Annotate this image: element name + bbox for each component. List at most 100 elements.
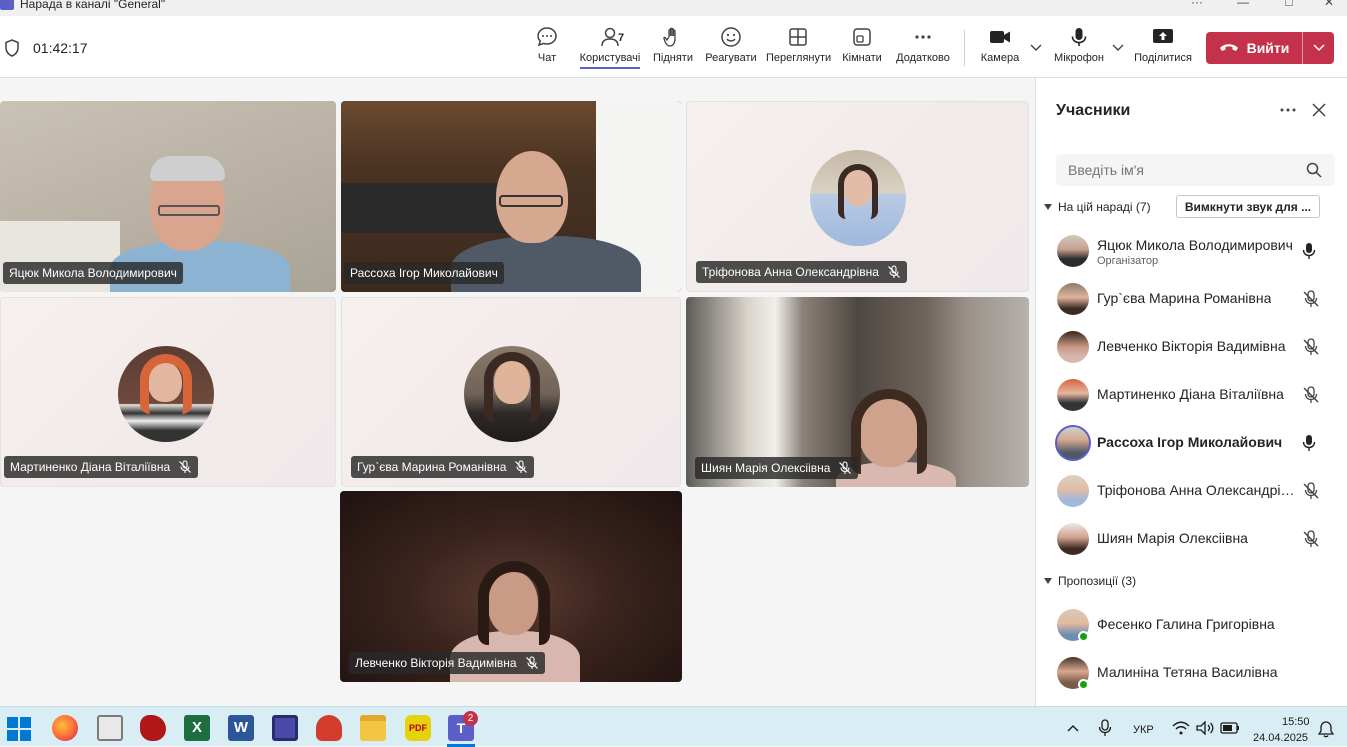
in-meeting-section-toggle[interactable]: На цій нараді (7)	[1044, 200, 1151, 214]
video-tile[interactable]: Тріфонова Анна Олександрівна	[686, 101, 1029, 292]
participant-avatar	[118, 346, 214, 442]
grid-view-icon	[789, 28, 807, 46]
muted-mic-icon	[1303, 482, 1319, 499]
wifi-icon[interactable]	[1172, 721, 1190, 735]
tile-name: Гур`єва Марина Романівна	[357, 460, 507, 474]
muted-mic-icon	[839, 461, 852, 474]
people-button[interactable]: Користувачі 7	[578, 26, 642, 76]
participant-row[interactable]: Шиян Марія Олексіівна	[1036, 515, 1347, 563]
participant-row[interactable]: Тріфонова Анна Олександрівна	[1036, 467, 1347, 515]
tile-name: Мартиненко Діана Віталіївна	[10, 460, 171, 474]
file-explorer-icon[interactable]	[360, 715, 386, 741]
participant-search-input[interactable]	[1056, 154, 1335, 186]
muted-mic-icon	[1303, 386, 1319, 403]
participant-row[interactable]: Гур`єва Марина Романівна	[1036, 275, 1347, 323]
calculator-icon[interactable]	[97, 715, 123, 741]
video-tile[interactable]: Левченко Вікторія Вадимівна	[340, 491, 682, 682]
excel-icon[interactable]: X	[184, 715, 210, 741]
tile-name: Левченко Вікторія Вадимівна	[355, 656, 517, 670]
close-panel-icon[interactable]	[1312, 103, 1326, 117]
tray-microphone-icon[interactable]	[1098, 719, 1112, 737]
participant-name: Фесенко Галина Григорівна	[1097, 616, 1275, 632]
view-label: Переглянути	[766, 52, 832, 64]
raise-hand-button[interactable]: Підняти	[652, 26, 694, 76]
minimize-button[interactable]: —	[1220, 0, 1266, 13]
close-button[interactable]: ✕	[1306, 0, 1347, 13]
mic-button[interactable]: Мікрофон	[1050, 26, 1108, 76]
clock-date[interactable]: 24.04.2025	[1253, 732, 1308, 744]
leave-button[interactable]: Вийти	[1206, 32, 1334, 64]
muted-mic-icon	[515, 460, 528, 473]
shield-icon	[5, 39, 19, 57]
windows-taskbar: X W PDF T 2 УКР 15:50 24.04.2025	[0, 706, 1347, 747]
video-tile[interactable]: Шиян Марія Олексіівна	[686, 297, 1029, 487]
raise-label: Підняти	[653, 52, 693, 64]
video-tile[interactable]: Яцюк Микола Володимирович	[0, 101, 336, 292]
tile-name-tag: Мартиненко Діана Віталіївна	[4, 456, 199, 478]
suggestion-row[interactable]: Малиніна Тетяна Василівна	[1036, 649, 1347, 697]
firefox-icon[interactable]	[52, 715, 78, 741]
mic-options-chevron-icon[interactable]	[1112, 44, 1124, 52]
video-tile[interactable]: Мартиненко Діана Віталіївна	[0, 297, 336, 487]
clock-time[interactable]: 15:50	[1282, 716, 1310, 728]
view-button[interactable]: Переглянути	[766, 26, 832, 76]
participant-name: Мартиненко Діана Віталіївна	[1097, 386, 1284, 402]
participant-row[interactable]: Рассоха Ігор Миколайович	[1036, 419, 1347, 467]
online-status-icon	[1078, 679, 1089, 690]
muted-mic-icon	[888, 265, 900, 278]
video-tile[interactable]: Гур`єва Марина Романівна	[341, 297, 681, 487]
chat-icon	[537, 27, 557, 47]
keyboard-language[interactable]: УКР	[1133, 724, 1154, 736]
participant-name: Тріфонова Анна Олександрівна	[1097, 482, 1297, 498]
participant-row[interactable]: Левченко Вікторія Вадимівна	[1036, 323, 1347, 371]
share-button[interactable]: Поділитися	[1132, 26, 1194, 76]
tile-name-tag: Яцюк Микола Володимирович	[3, 262, 183, 284]
participant-role: Організатор	[1097, 255, 1159, 267]
camera-options-chevron-icon[interactable]	[1030, 44, 1042, 52]
participant-row[interactable]: Мартиненко Діана Віталіївна	[1036, 371, 1347, 419]
mute-all-button[interactable]: Вимкнути звук для ...	[1176, 195, 1320, 218]
suggestions-label: Пропозиції (3)	[1058, 574, 1137, 588]
mic-label: Мікрофон	[1054, 52, 1104, 64]
react-button[interactable]: Реагувати	[704, 26, 758, 76]
participant-name: Яцюк Микола Володимирович	[1097, 237, 1293, 253]
volume-icon[interactable]	[1196, 721, 1214, 735]
rooms-button[interactable]: Кімнати	[840, 26, 884, 76]
participant-avatar	[464, 346, 560, 442]
windows-start-icon[interactable]	[7, 717, 31, 741]
pdf-app-icon[interactable]: PDF	[405, 715, 431, 741]
notification-bell-icon[interactable]	[1318, 720, 1334, 738]
suggestions-section-toggle[interactable]: Пропозиції (3)	[1044, 574, 1136, 588]
app-bug-icon[interactable]	[140, 715, 166, 741]
window-title: Нарада в каналі "General"	[20, 0, 166, 11]
avatar	[1057, 475, 1089, 507]
leave-options-chevron-icon[interactable]	[1303, 32, 1334, 64]
teams-notification-badge: 2	[463, 711, 478, 726]
muted-mic-icon	[1303, 530, 1319, 547]
participant-name: Рассоха Ігор Миколайович	[1097, 434, 1283, 450]
word-icon[interactable]: W	[228, 715, 254, 741]
camera-button[interactable]: Камера	[978, 26, 1022, 76]
mic-on-icon	[1302, 243, 1316, 259]
tile-name-tag: Гур`єва Марина Романівна	[351, 456, 535, 478]
suggestion-row[interactable]: Фесенко Галина Григорівна	[1036, 601, 1347, 649]
tile-name: Рассоха Ігор Миколайович	[350, 266, 498, 280]
more-button[interactable]: Додатково	[894, 26, 952, 76]
teams-logo-icon	[0, 0, 14, 10]
participant-row[interactable]: Яцюк Микола Володимирович Організатор	[1036, 227, 1347, 275]
tile-name: Шиян Марія Олексіівна	[701, 461, 831, 475]
acrobat-icon[interactable]	[316, 715, 342, 741]
panel-more-icon[interactable]	[1280, 108, 1296, 112]
video-tile[interactable]: Рассоха Ігор Миколайович	[341, 101, 681, 292]
save-floppy-icon[interactable]	[272, 715, 298, 741]
avatar	[1057, 523, 1089, 555]
panel-title: Учасники	[1056, 102, 1131, 119]
chat-button[interactable]: Чат	[528, 26, 566, 76]
battery-icon[interactable]	[1220, 722, 1240, 734]
window-titlebar: Нарада в каналі "General" ··· — □ ✕	[0, 0, 1347, 16]
show-hidden-icons-chevron-icon[interactable]	[1067, 724, 1079, 732]
muted-mic-icon	[1303, 338, 1319, 355]
more-options-icon[interactable]: ···	[1174, 0, 1220, 13]
people-label: Користувачі	[579, 52, 641, 69]
tile-name-tag: Тріфонова Анна Олександрівна	[696, 261, 907, 283]
